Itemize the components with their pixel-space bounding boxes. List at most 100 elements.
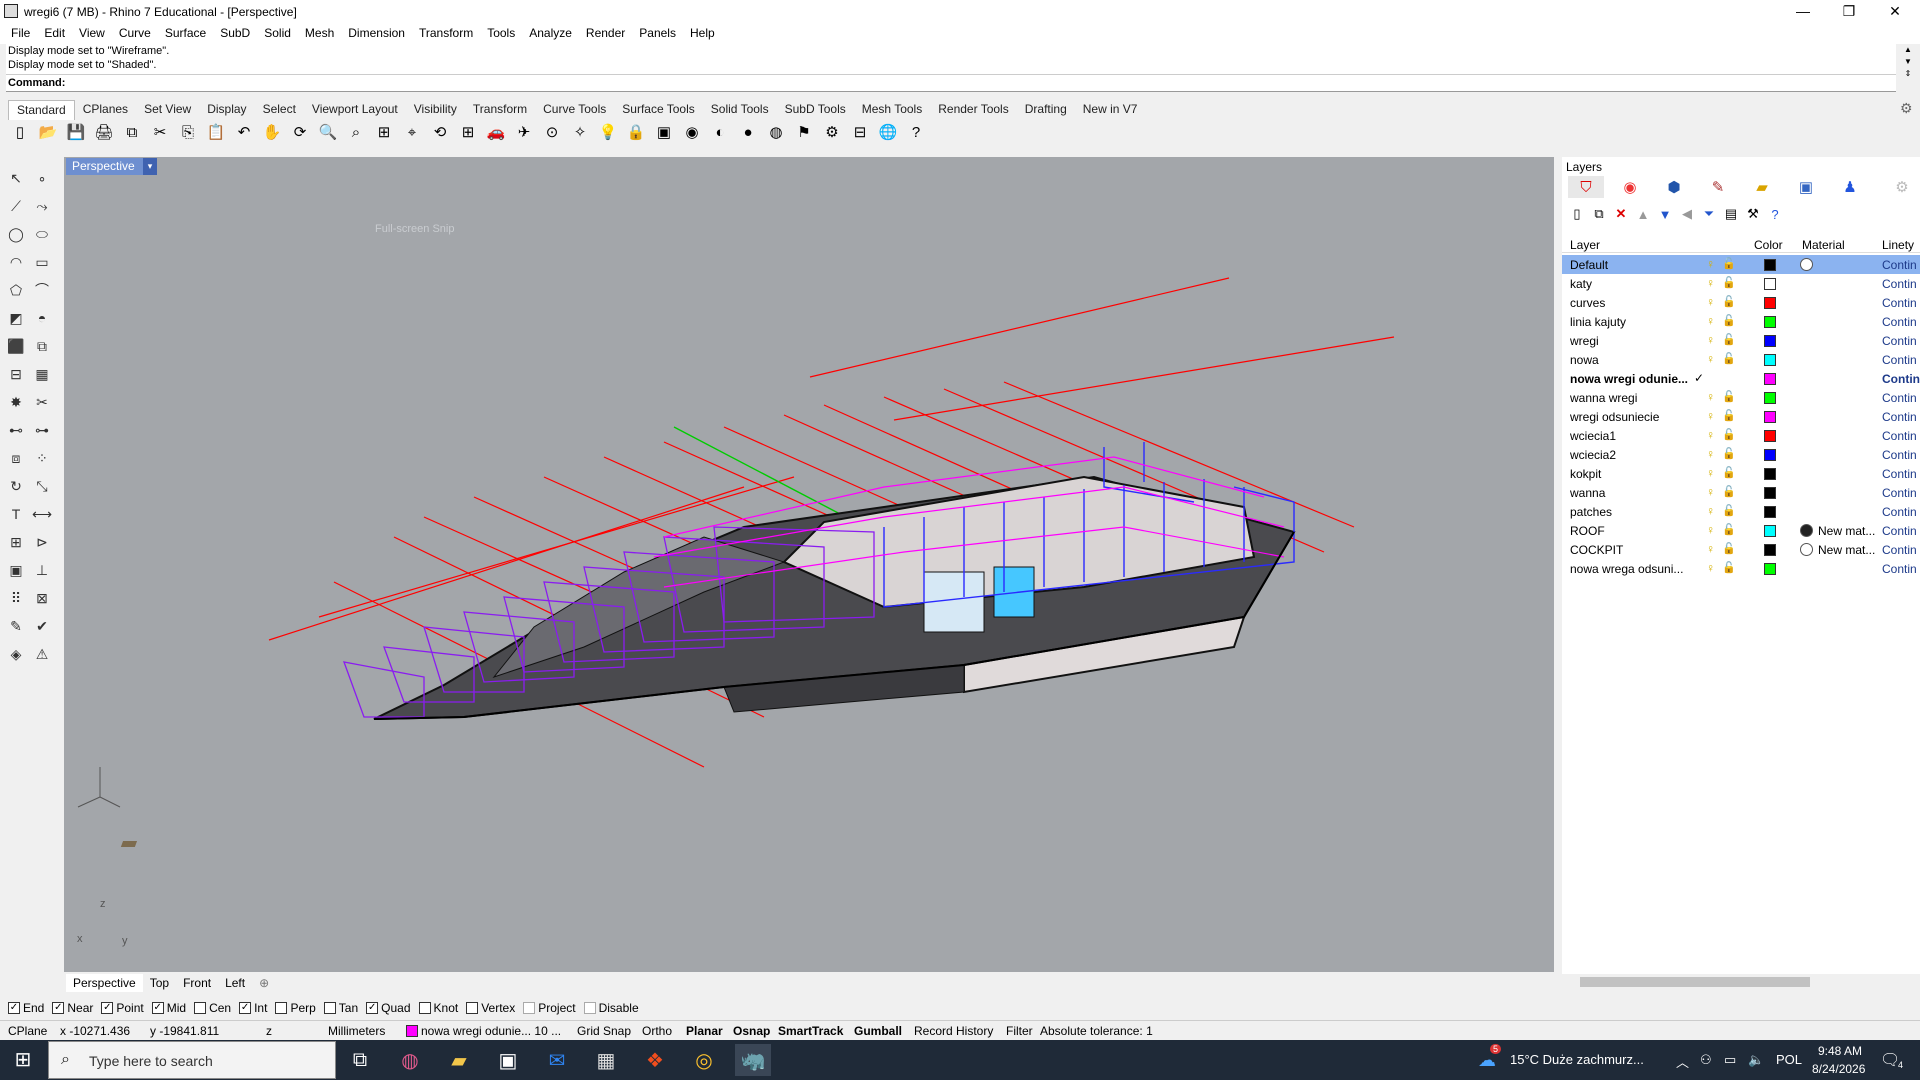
header-layer[interactable]: Layer xyxy=(1570,238,1600,252)
material-swatch[interactable] xyxy=(1800,543,1813,556)
osnap-tan[interactable]: Tan xyxy=(323,1001,358,1015)
chrome-icon[interactable]: ◎ xyxy=(686,1044,722,1076)
layer-name[interactable]: curves xyxy=(1570,296,1605,310)
boolean-icon[interactable]: ⧉ xyxy=(30,334,54,358)
four-views-icon[interactable]: ⊞ xyxy=(456,120,480,144)
text-icon[interactable]: T xyxy=(4,502,28,526)
lock-icon[interactable]: 🔓 xyxy=(1722,428,1736,441)
ruler-icon[interactable]: ⊥ xyxy=(30,558,54,582)
layer-linetype[interactable]: Contin xyxy=(1882,334,1917,348)
annotate-icon[interactable]: ⚠ xyxy=(30,642,54,666)
layer-row[interactable]: curves ♀ 🔓 Contin xyxy=(1562,293,1920,312)
group-icon[interactable]: ⧈ xyxy=(4,446,28,470)
layer-row[interactable]: ROOF ♀ 🔓 New mat... Contin xyxy=(1562,521,1920,540)
layer-linetype[interactable]: Contin xyxy=(1882,277,1917,291)
rotate-view-icon[interactable]: ⟲ xyxy=(428,120,452,144)
menu-curve[interactable]: Curve xyxy=(112,24,158,44)
add-view-tab-icon[interactable]: ⊕ xyxy=(252,974,276,992)
checkbox[interactable] xyxy=(194,1002,207,1014)
layer-color-swatch[interactable] xyxy=(1764,449,1776,461)
menu-dimension[interactable]: Dimension xyxy=(341,24,412,44)
folder-tab-icon[interactable]: ▰ xyxy=(1744,176,1780,198)
point-icon[interactable]: ∘ xyxy=(30,166,54,190)
lock-icon[interactable]: 🔓 xyxy=(1722,409,1736,422)
zoom-icon[interactable]: 🔍 xyxy=(316,120,340,144)
help-icon[interactable]: ? xyxy=(904,120,928,144)
layer-row[interactable]: wciecia2 ♀ 🔓 Contin xyxy=(1562,445,1920,464)
layer-linetype[interactable]: Contin xyxy=(1882,467,1917,481)
language-indicator[interactable]: POL xyxy=(1776,1052,1802,1067)
copy-icon[interactable]: ⎘ xyxy=(176,120,200,144)
tab-set-view[interactable]: Set View xyxy=(136,100,199,120)
layer-name[interactable]: nowa wregi odunie... xyxy=(1570,372,1688,386)
checkbox[interactable]: ✓ xyxy=(239,1002,252,1014)
panel-options-icon[interactable]: ⚙ xyxy=(1884,176,1920,198)
layer-color-swatch[interactable] xyxy=(1764,373,1776,385)
view-tab-perspective[interactable]: Perspective xyxy=(66,974,143,992)
visibility-bulb-icon[interactable]: ♀ xyxy=(1706,542,1715,556)
menu-panels[interactable]: Panels xyxy=(632,24,683,44)
layer-linetype[interactable]: Contin xyxy=(1882,258,1917,272)
lock-icon[interactable]: 🔓 xyxy=(1722,447,1736,460)
status-osnap[interactable]: Osnap xyxy=(733,1024,770,1038)
gear-icon[interactable]: ⚙ xyxy=(820,120,844,144)
menu-subd[interactable]: SubD xyxy=(213,24,257,44)
layer-color-swatch[interactable] xyxy=(1764,506,1776,518)
menu-solid[interactable]: Solid xyxy=(257,24,298,44)
layer-linetype[interactable]: Contin xyxy=(1882,296,1917,310)
loft-icon[interactable]: ◓ xyxy=(30,306,54,330)
status-ortho[interactable]: Ortho xyxy=(642,1024,672,1038)
layer-linetype[interactable]: Contin xyxy=(1882,315,1917,329)
tray-chevron-icon[interactable]: ︿ xyxy=(1676,1052,1689,1071)
shade-icon[interactable]: ◐ xyxy=(708,120,732,144)
mesh-icon[interactable]: ▦ xyxy=(30,362,54,386)
menu-file[interactable]: File xyxy=(4,24,37,44)
weather-text[interactable]: 15°C Duże zachmurz... xyxy=(1510,1052,1644,1067)
grid-icon[interactable]: ⊞ xyxy=(4,530,28,554)
move-down-icon[interactable]: ▼ xyxy=(1656,205,1674,223)
task-view-icon[interactable]: ⧉ xyxy=(342,1044,378,1076)
volume-icon[interactable]: 🔈 xyxy=(1748,1052,1764,1068)
notifications-tab-icon[interactable]: ♟ xyxy=(1832,176,1868,198)
layer-name[interactable]: nowa xyxy=(1570,353,1599,367)
layer-name[interactable]: Default xyxy=(1570,258,1608,272)
layer-color-swatch[interactable] xyxy=(1764,278,1776,290)
osnap-disable[interactable]: Disable xyxy=(583,1001,639,1015)
paste-icon[interactable]: 📋 xyxy=(204,120,228,144)
checkbox[interactable]: ✓ xyxy=(8,1002,20,1014)
layer-name[interactable]: wanna xyxy=(1570,486,1605,500)
split-icon[interactable]: ⊶ xyxy=(30,418,54,442)
view-tab-front[interactable]: Front xyxy=(176,974,218,992)
layer-linetype[interactable]: Contin xyxy=(1882,372,1920,386)
layer-icon[interactable]: ▣ xyxy=(652,120,676,144)
move-out-icon[interactable]: ◀ xyxy=(1678,205,1696,223)
material-sphere-icon[interactable]: ◍ xyxy=(764,120,788,144)
zoom-selected-icon[interactable]: ⌖ xyxy=(400,120,424,144)
layer-name[interactable]: wciecia2 xyxy=(1570,448,1616,462)
render-sphere-icon[interactable]: ● xyxy=(736,120,760,144)
status-gumball[interactable]: Gumball xyxy=(854,1024,902,1038)
rhino-taskbar-icon[interactable]: 🦏 xyxy=(735,1044,771,1076)
layer-row[interactable]: wciecia1 ♀ 🔓 Contin xyxy=(1562,426,1920,445)
layer-linetype[interactable]: Contin xyxy=(1882,429,1917,443)
layer-row[interactable]: wanna ♀ 🔓 Contin xyxy=(1562,483,1920,502)
snip-app-icon[interactable]: ◍ xyxy=(392,1044,428,1076)
color-wheel-icon[interactable]: ◉ xyxy=(680,120,704,144)
layer-linetype[interactable]: Contin xyxy=(1882,410,1917,424)
layer-linetype[interactable]: Contin xyxy=(1882,448,1917,462)
dimension-icon[interactable]: ⊟ xyxy=(848,120,872,144)
layer-row[interactable]: wanna wregi ♀ 🔓 Contin xyxy=(1562,388,1920,407)
visibility-bulb-icon[interactable]: ♀ xyxy=(1706,561,1715,575)
menu-surface[interactable]: Surface xyxy=(158,24,213,44)
checkbox[interactable]: ✓ xyxy=(52,1002,65,1014)
flashlight-icon[interactable]: ⚑ xyxy=(792,120,816,144)
store-icon[interactable]: ▣ xyxy=(490,1044,526,1076)
layer-row[interactable]: wregi ♀ 🔓 Contin xyxy=(1562,331,1920,350)
cplane-icon[interactable]: ⊙ xyxy=(540,120,564,144)
points-grid-icon[interactable]: ⠿ xyxy=(4,586,28,610)
header-material[interactable]: Material xyxy=(1802,238,1845,252)
layer-row[interactable]: COCKPIT ♀ 🔓 New mat... Contin xyxy=(1562,540,1920,559)
explode-icon[interactable]: ✸ xyxy=(4,390,28,414)
display-tab-icon[interactable]: ✎ xyxy=(1700,176,1736,198)
bulb-icon[interactable]: 💡 xyxy=(596,120,620,144)
